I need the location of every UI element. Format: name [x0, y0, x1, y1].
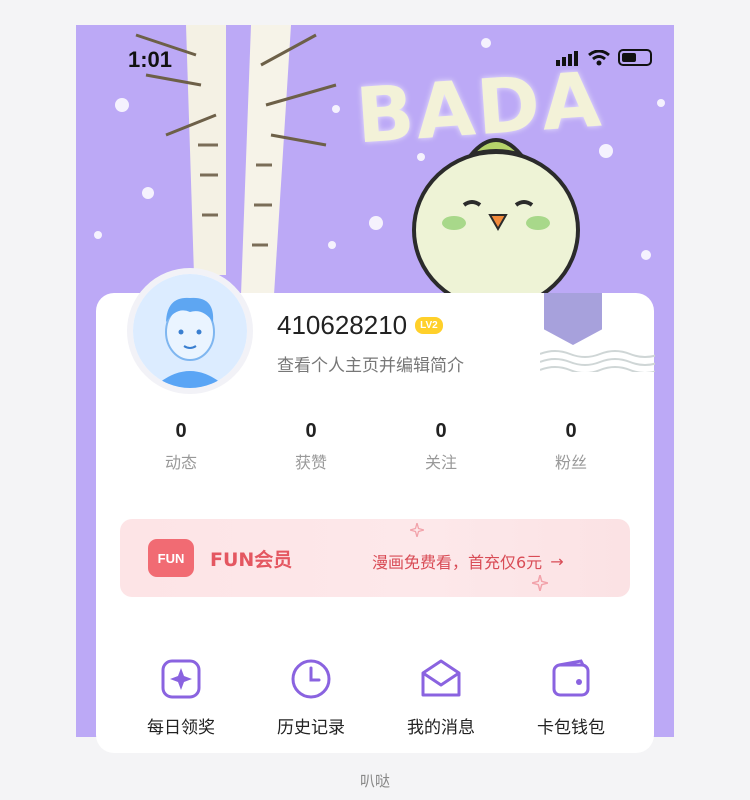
wallet-icon [552, 659, 590, 697]
username: 410628210 [277, 310, 408, 340]
stat-label: 动态 [164, 453, 197, 472]
menu-history[interactable]: 历史记录 [246, 655, 376, 738]
menu-wallet[interactable]: 卡包钱包 [506, 655, 636, 738]
envelope-icon [421, 659, 461, 697]
vip-title: FUN会员 [210, 549, 293, 571]
stat-value: 0 [175, 420, 187, 442]
vip-banner[interactable]: FUN FUN会员 漫画免费看，首充仅6元 → [120, 519, 630, 597]
level-badge: LV2 [415, 317, 443, 334]
stats-row: 0 动态 0 获赞 0 关注 0 粉丝 [116, 420, 636, 473]
stat-followers[interactable]: 0 粉丝 [506, 420, 636, 473]
profile-edit-link[interactable]: 查看个人主页并编辑简介 [277, 351, 464, 376]
stat-value: 0 [305, 420, 317, 442]
stat-value: 0 [565, 420, 577, 442]
app-name-caption: 叭哒 [359, 772, 390, 790]
menu-label: 历史记录 [277, 718, 345, 738]
stat-label: 粉丝 [554, 453, 587, 472]
vip-promo: 漫画免费看，首充仅6元 → [372, 549, 564, 573]
avatar[interactable] [127, 268, 253, 394]
sparkle-decoration-icon [532, 575, 548, 591]
sparkle-icon [161, 659, 201, 699]
status-time: 1:01 [128, 47, 173, 72]
username-row[interactable]: 410628210 LV2 [277, 310, 443, 341]
wave-decoration [540, 350, 655, 372]
battery-icon [618, 49, 652, 66]
stat-label: 获赞 [294, 453, 327, 472]
stat-value: 0 [435, 420, 447, 442]
menu-label: 卡包钱包 [537, 718, 605, 738]
menu-label: 我的消息 [407, 718, 475, 738]
stat-label: 关注 [424, 453, 457, 472]
fun-gift-icon: FUN [148, 539, 194, 577]
status-icons [556, 49, 652, 66]
clock-icon [291, 659, 331, 699]
banner-title: BADA [353, 54, 606, 161]
menu-daily-reward[interactable]: 每日领奖 [116, 655, 246, 738]
menu-messages[interactable]: 我的消息 [376, 655, 506, 738]
quick-menu: 每日领奖 历史记录 我的消息 卡包钱包 [116, 655, 636, 738]
vip-promo-text: 漫画免费看，首充仅6元 [372, 553, 543, 572]
arrow-right-icon: → [550, 551, 564, 571]
wifi-icon [588, 49, 610, 65]
menu-label: 每日领奖 [147, 718, 215, 738]
avatar-image [133, 274, 247, 388]
stat-posts[interactable]: 0 动态 [116, 420, 246, 473]
sparkle-decoration-icon [410, 523, 424, 537]
stat-following[interactable]: 0 关注 [376, 420, 506, 473]
signal-icon [556, 50, 578, 66]
stat-likes[interactable]: 0 获赞 [246, 420, 376, 473]
